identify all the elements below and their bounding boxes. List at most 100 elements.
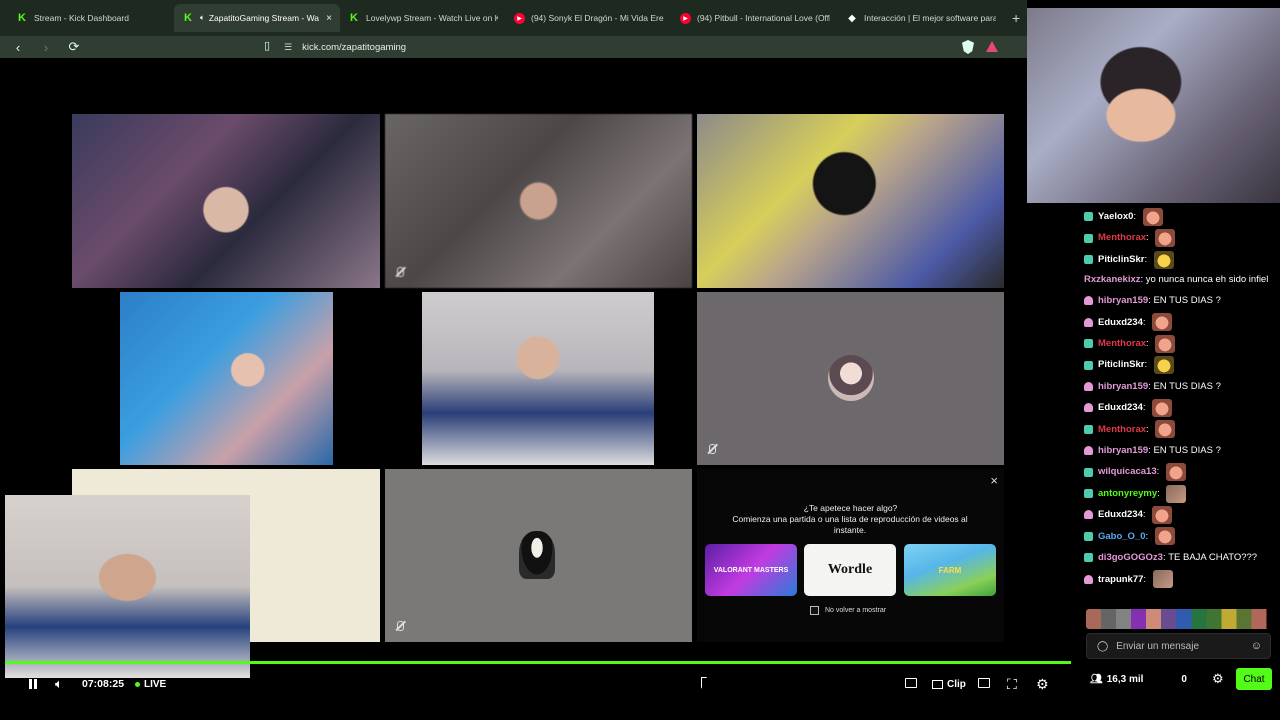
chat-username[interactable]: Menthorax [1098,419,1146,440]
chat-username[interactable]: PiticlinSkr [1098,249,1144,270]
volume-icon[interactable]: 🔈︎ [55,676,63,692]
participant-avatar-tile-2[interactable] [385,469,692,642]
tab-title: Interacción | El mejor software para p [864,13,996,23]
forward-button[interactable]: › [36,40,56,55]
chat-username[interactable]: Rxzkanekixz [1084,274,1141,285]
chat-send-button[interactable]: Chat [1236,668,1272,690]
chat-username[interactable]: di3goGOGOz3 [1098,547,1163,568]
new-tab-button[interactable]: + [1012,10,1020,26]
emote-icon[interactable] [1153,356,1174,375]
close-icon[interactable]: × [990,473,998,488]
chat-username[interactable]: trapunk77 [1098,569,1143,590]
browser-tab-1[interactable]: K 🔈︎ ZapatitoGaming Stream - Wa × [174,4,340,32]
subscriber-badge-icon [1084,212,1093,222]
clip-button[interactable]: Clip [932,676,966,692]
chat-message: antonyreymy: [1078,483,1280,504]
game-farm[interactable]: FARM [904,544,996,596]
chat-username[interactable]: wilquicaca13 [1098,461,1157,482]
live-indicator[interactable]: LIVE [135,676,166,692]
chat-separator: : [1144,359,1150,371]
gift-badge-icon [1084,382,1093,392]
emote-icon[interactable] [1166,484,1187,503]
browser-tab-4[interactable]: ▶ (94) Pitbull - International Love (Offi… [672,4,838,32]
participant-avatar [828,355,874,401]
channel-points[interactable]: 0 [1181,674,1187,685]
chat-separator: : [1144,253,1150,265]
kick-icon: K [350,12,358,24]
participant-video-1[interactable] [72,114,380,288]
settings-gear-icon[interactable]: ⚙ [1036,676,1049,692]
streamer-webcam-large [1027,8,1280,203]
reload-button[interactable]: ⟳ [64,39,84,55]
viewer-count-value: 16,3 mil [1106,673,1144,685]
emoji-picker-icon[interactable]: ☺ [1251,640,1262,652]
chat-username[interactable]: Gabo_O_0 [1098,526,1146,547]
pause-button[interactable] [27,676,39,692]
chat-message: PiticlinSkr: [1078,249,1280,270]
emote-icon[interactable] [1152,570,1173,589]
game-wordle[interactable]: Wordle [804,544,896,596]
subscriber-badge-icon [1084,467,1093,477]
mic-muted-icon [704,441,720,457]
close-tab-icon[interactable]: × [326,13,332,24]
emote-icon[interactable] [1155,420,1176,439]
bookmark-icon[interactable]: ▯ [264,39,270,52]
chat-username[interactable]: hibryan159 [1098,376,1148,397]
chat-message: wilquicaca13: [1078,461,1280,482]
browser-tab-3[interactable]: ▶ (94) Sonyk El Dragón - Mi Vida Eres T [506,4,672,32]
subscriber-badge-icon [1084,233,1093,243]
chat-username[interactable]: Yaelox0 [1098,206,1133,227]
emote-icon[interactable] [1165,463,1186,482]
chat-username[interactable]: Menthorax [1098,227,1146,248]
subscriber-badge-icon [1084,424,1093,434]
emote-icon[interactable] [1152,313,1173,332]
chat-username[interactable]: hibryan159 [1098,440,1148,461]
chat-username[interactable]: Eduxd234 [1098,504,1143,525]
emote-icon[interactable] [1153,250,1174,269]
fullscreen-button[interactable]: ⛶ [1007,676,1017,692]
audio-playing-icon[interactable]: 🔈︎ [200,13,205,23]
chat-username[interactable]: hibryan159 [1098,290,1148,311]
chat-separator: : [1133,211,1139,222]
chat-username[interactable]: antonyreymy [1098,483,1157,504]
chat-settings-icon[interactable]: ⚙ [1212,671,1224,687]
browser-tab-2[interactable]: K Lovelywp Stream - Watch Live on Kic [340,4,506,32]
emote-bar[interactable] [1086,609,1274,629]
chat-separator: : [1146,232,1152,244]
progress-bar[interactable] [5,661,1071,664]
participant-avatar-tile[interactable] [697,292,1004,465]
gift-badge-icon [1084,510,1093,520]
browser-tab-0[interactable]: K Stream - Kick Dashboard [8,4,174,32]
back-button[interactable]: ‹ [8,40,28,55]
emote-icon[interactable] [1155,229,1176,248]
browser-tab-5[interactable]: ◆ Interacción | El mejor software para p [838,4,1004,32]
dont-show-again[interactable]: No volver a mostrar [810,606,886,615]
site-info-icon[interactable]: ☰ [284,42,292,53]
participant-video-5[interactable] [422,292,654,465]
participant-video-2[interactable] [385,114,692,288]
game-valorant[interactable]: VALORANT MASTERS [705,544,797,596]
participant-video-3[interactable] [697,114,1004,288]
emote-icon[interactable] [1152,398,1173,417]
url-field[interactable]: ☰ kick.com/zapatitogaming [284,38,1004,56]
stream-time: 07:08:25 [82,678,125,690]
chat-username[interactable]: Menthorax [1098,333,1146,354]
emote-icon[interactable] [1142,207,1163,226]
chat-input-box[interactable]: ◯ ☺ [1086,633,1271,659]
brave-rewards-icon[interactable] [986,41,998,52]
emote-icon[interactable] [1152,505,1173,524]
chat-message: Menthorax: [1078,419,1280,440]
dont-show-checkbox[interactable] [810,606,819,615]
chat-separator: : [1143,573,1149,585]
emote-icon[interactable] [1154,527,1175,546]
chat-message: di3goGOGOz3: TE BAJA CHATO??? [1078,547,1280,568]
chat-username[interactable]: PiticlinSkr [1098,354,1144,375]
tab-title: (94) Pitbull - International Love (Offic [697,13,830,23]
chat-input[interactable] [1116,640,1251,652]
participant-video-4[interactable] [120,292,333,465]
emote-icon[interactable] [1155,334,1176,353]
chat-username[interactable]: Eduxd234 [1098,312,1143,333]
chat-username[interactable]: Eduxd234 [1098,397,1143,418]
chat-separator: : [1142,402,1149,414]
theater-icon [905,678,917,688]
